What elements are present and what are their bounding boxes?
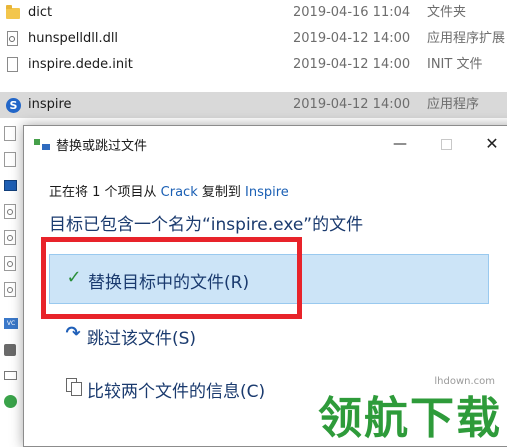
window-icon[interactable] bbox=[4, 178, 18, 194]
file-icon bbox=[6, 57, 20, 73]
file-date: 2019-04-12 14:00 bbox=[293, 57, 411, 72]
file-date: 2019-04-12 14:00 bbox=[293, 31, 411, 46]
file-type: 文件夹 bbox=[427, 5, 467, 20]
progress-middle: 复制到 bbox=[197, 185, 246, 200]
file-row-inspire-dede-init[interactable]: inspire.dede.init 2019-04-12 14:00 INIT … bbox=[0, 52, 507, 78]
progress-prefix: 正在将 1 个项目从 bbox=[49, 185, 161, 200]
skip-arrow-icon: ↷ bbox=[65, 323, 81, 344]
minimize-button[interactable]: — bbox=[382, 132, 418, 156]
file-type: 应用程序 bbox=[427, 97, 480, 112]
dll-file-icon bbox=[6, 31, 20, 47]
file-row-hunspelldll[interactable]: hunspelldll.dll 2019-04-12 14:00 应用程序扩展 bbox=[0, 26, 507, 52]
dll-file-icon[interactable] bbox=[4, 256, 18, 272]
globe-icon[interactable] bbox=[4, 394, 18, 410]
copy-files-icon bbox=[34, 139, 50, 151]
mail-icon[interactable] bbox=[4, 368, 18, 384]
close-button[interactable]: ✕ bbox=[474, 132, 507, 156]
file-name: inspire bbox=[28, 97, 72, 112]
dialog-title: 替换或跳过文件 bbox=[56, 139, 148, 154]
app-icon: S bbox=[6, 97, 21, 113]
conflict-headline: 目标已包含一个名为“inspire.exe”的文件 bbox=[49, 215, 364, 235]
compare-option-label: 比较两个文件的信息(C) bbox=[87, 382, 266, 402]
source-folder-link[interactable]: Crack bbox=[161, 185, 198, 200]
dll-file-icon[interactable] bbox=[4, 204, 18, 220]
file-date: 2019-04-16 11:04 bbox=[293, 5, 411, 20]
maximize-button bbox=[428, 132, 464, 156]
folder-icon bbox=[6, 5, 20, 21]
file-name: inspire.dede.init bbox=[28, 57, 133, 72]
site-watermark: lhdown.com 领航下载 bbox=[318, 368, 503, 444]
file-date: 2019-04-12 14:00 bbox=[293, 97, 411, 112]
file-row-inspire[interactable]: S inspire 2019-04-12 14:00 应用程序 bbox=[0, 92, 507, 118]
maximize-icon bbox=[440, 138, 452, 150]
annotation-highlight-box bbox=[41, 237, 302, 319]
file-type: INIT 文件 bbox=[427, 57, 483, 72]
settings-file-icon[interactable] bbox=[4, 342, 18, 358]
watermark-logo-text: 领航下载 bbox=[318, 393, 502, 444]
dll-file-icon[interactable] bbox=[4, 282, 18, 298]
copy-progress-text: 正在将 1 个项目从 Crack 复制到 Inspire bbox=[49, 181, 289, 200]
file-name: hunspelldll.dll bbox=[28, 31, 119, 46]
compare-files-icon bbox=[63, 376, 83, 398]
destination-folder-link[interactable]: Inspire bbox=[245, 185, 289, 200]
dialog-titlebar[interactable]: 替换或跳过文件 — ✕ bbox=[24, 126, 507, 162]
skip-option-label: 跳过该文件(S) bbox=[87, 329, 197, 349]
file-name: dict bbox=[28, 5, 53, 20]
file-row-dict[interactable]: dict 2019-04-16 11:04 文件夹 bbox=[0, 0, 507, 26]
file-type: 应用程序扩展 bbox=[427, 31, 506, 46]
file-icon[interactable] bbox=[4, 126, 18, 142]
file-icon[interactable] bbox=[4, 152, 18, 168]
dll-file-icon[interactable] bbox=[4, 230, 18, 246]
vc-file-icon[interactable]: VC bbox=[4, 316, 18, 332]
